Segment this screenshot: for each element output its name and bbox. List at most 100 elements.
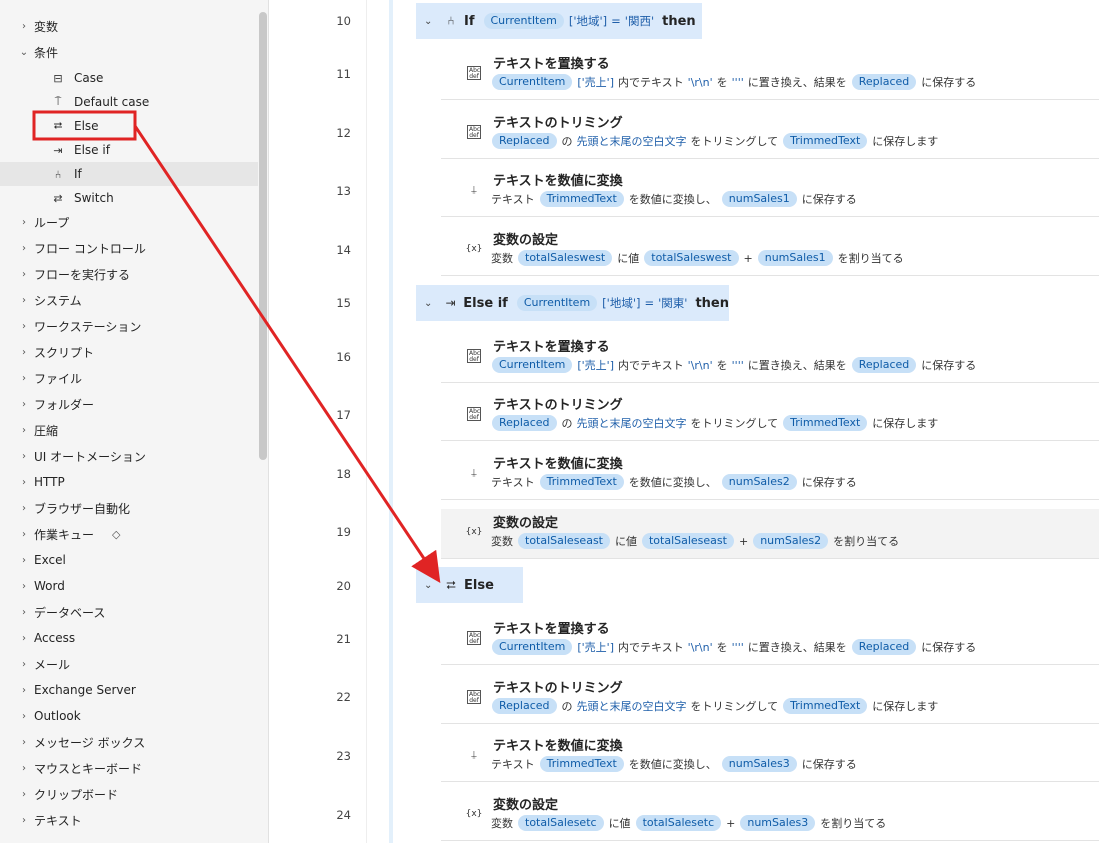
chevron-right-icon: ›	[22, 710, 26, 722]
chevron-right-icon: ›	[22, 606, 26, 618]
chevron-right-icon: ›	[22, 788, 26, 800]
trim-text-icon: Abc def	[467, 690, 481, 704]
flow-designer-canvas: ⌄ ⑃ If CurrentItem ['地域'] = '関西' then Ab…	[367, 0, 1099, 843]
action-description: Replaced の先頭と末尾の空白文字 をトリミングして TrimmedText に保…	[489, 415, 940, 431]
action-trim-text[interactable]: Abc def テキストのトリミング Replaced の先頭と末尾の空白文字 をトリ…	[441, 109, 1099, 159]
chevron-right-icon: ›	[22, 216, 26, 228]
chevron-down-icon[interactable]: ⌄	[424, 580, 438, 591]
action-description: CurrentItem ['売上'] 内でテキスト '\r\n' を '''' に置き換え、…	[489, 74, 978, 90]
default-case-icon: ⍑	[54, 95, 62, 108]
sidebar-group-outlook[interactable]: › Outlook	[0, 704, 258, 728]
chevron-right-icon: ›	[22, 372, 26, 384]
action-replace-text[interactable]: Abc def テキストを置換する CurrentItem ['売上'] 内でテキスト…	[441, 50, 1099, 100]
sidebar-group-mouse-keyboard[interactable]: › マウスとキーボード	[0, 756, 258, 780]
sidebar-group-script[interactable]: › スクリプト	[0, 340, 258, 364]
sidebar-group-mail[interactable]: › メール	[0, 652, 258, 676]
sidebar-item-default-case[interactable]: ⍑ Default case	[0, 90, 258, 114]
nesting-lane	[389, 0, 393, 843]
line-number: 22	[336, 690, 351, 704]
sidebar-item-else[interactable]: ⮂ Else	[0, 114, 258, 138]
action-description: Replaced の先頭と末尾の空白文字 をトリミングして TrimmedText に保…	[489, 698, 940, 714]
sidebar-group-database[interactable]: › データベース	[0, 600, 258, 624]
sidebar-group-work-queue[interactable]: › 作業キュー ◇	[0, 522, 258, 546]
if-block-header[interactable]: ⌄ ⑃ If CurrentItem ['地域'] = '関西' then	[416, 3, 702, 39]
action-replace-text[interactable]: Abc def テキストを置換する CurrentItem ['売上'] 内でテキスト…	[441, 333, 1099, 383]
chevron-down-icon: ⌄	[19, 46, 29, 58]
sidebar-group-http[interactable]: › HTTP	[0, 470, 258, 494]
action-description: Replaced の先頭と末尾の空白文字 をトリミングして TrimmedText に保…	[489, 133, 940, 149]
sidebar-group-file[interactable]: › ファイル	[0, 366, 258, 390]
convert-number-icon: ⍊	[471, 468, 477, 478]
chevron-right-icon: ›	[22, 814, 26, 826]
action-text-to-number[interactable]: ⍊ テキストを数値に変換 テキスト TrimmedText を数値に変換し、 numS…	[441, 450, 1099, 500]
sidebar-item-if[interactable]: ⑃ If	[0, 162, 258, 186]
action-set-variable[interactable]: {x} 変数の設定 変数 totalSalesetc に値 totalSalesetc…	[441, 791, 1099, 841]
chevron-right-icon: ›	[22, 476, 26, 488]
action-replace-text[interactable]: Abc def テキストを置換する CurrentItem ['売上'] 内でテキスト…	[441, 615, 1099, 665]
variable-chip[interactable]: CurrentItem	[516, 295, 598, 311]
action-text-to-number[interactable]: ⍊ テキストを数値に変換 テキスト TrimmedText を数値に変換し、 numS…	[441, 732, 1099, 782]
sidebar-group-system[interactable]: › システム	[0, 288, 258, 312]
action-text-to-number[interactable]: ⍊ テキストを数値に変換 テキスト TrimmedText を数値に変換し、 numS…	[441, 167, 1099, 217]
else-if-icon: ⇥	[53, 143, 63, 157]
sidebar-group-workstation[interactable]: › ワークステーション	[0, 314, 258, 338]
case-icon: ⊟	[53, 71, 63, 85]
sidebar-item-case[interactable]: ⊟ Case	[0, 66, 258, 90]
set-variable-icon: {x}	[465, 809, 483, 819]
line-number: 12	[336, 126, 351, 140]
sidebar-scrollbar[interactable]	[259, 12, 267, 460]
action-description: 変数 totalSaleswest に値 totalSaleswest + numSale…	[491, 250, 904, 266]
if-icon: ⑃	[447, 14, 455, 28]
else-icon: ⮂	[53, 119, 63, 132]
trim-text-icon: Abc def	[467, 407, 481, 421]
line-number: 24	[336, 808, 351, 822]
sidebar-group-flow-control[interactable]: › フロー コントロール	[0, 236, 258, 260]
sidebar-group-ui-automation[interactable]: › UI オートメーション	[0, 444, 258, 468]
action-set-variable[interactable]: {x} 変数の設定 変数 totalSaleswest に値 totalSaleswe…	[441, 226, 1099, 276]
sidebar-group-clipboard[interactable]: › クリップボード	[0, 782, 258, 806]
replace-text-icon: Abc def	[467, 631, 481, 645]
else-if-block-header[interactable]: ⌄ ⇥ Else if CurrentItem ['地域'] = '関東' th…	[416, 285, 729, 321]
sidebar-group-conditions[interactable]: ⌄ 条件	[0, 40, 258, 64]
action-description: テキスト TrimmedText を数値に変換し、 numSales2 に保存する	[491, 474, 857, 490]
sidebar-group-folder[interactable]: › フォルダー	[0, 392, 258, 416]
trim-text-icon: Abc def	[467, 125, 481, 139]
chevron-right-icon: ›	[22, 736, 26, 748]
chevron-down-icon[interactable]: ⌄	[424, 16, 438, 27]
chevron-right-icon: ›	[22, 580, 26, 592]
else-block-header[interactable]: ⌄ ⮂ Else	[416, 567, 523, 603]
line-number: 23	[336, 749, 351, 763]
sidebar-group-compression[interactable]: › 圧縮	[0, 418, 258, 442]
sidebar-group-word[interactable]: › Word	[0, 574, 258, 598]
action-set-variable[interactable]: {x} 変数の設定 変数 totalSaleseast に値 totalSalesea…	[441, 509, 1099, 559]
set-variable-icon: {x}	[465, 244, 483, 254]
action-description: CurrentItem ['売上'] 内でテキスト '\r\n' を '''' に置き換え、…	[489, 639, 978, 655]
sidebar-item-switch[interactable]: ⇄ Switch	[0, 186, 258, 210]
variable-chip[interactable]: CurrentItem	[483, 13, 564, 29]
sidebar-group-message-box[interactable]: › メッセージ ボックス	[0, 730, 258, 754]
chevron-right-icon: ›	[22, 632, 26, 644]
chevron-down-icon[interactable]: ⌄	[424, 298, 438, 309]
sidebar-item-else-if[interactable]: ⇥ Else if	[0, 138, 258, 162]
action-trim-text[interactable]: Abc def テキストのトリミング Replaced の先頭と末尾の空白文字 をトリ…	[441, 674, 1099, 724]
chevron-right-icon: ›	[22, 268, 26, 280]
chevron-right-icon: ›	[22, 658, 26, 670]
line-number: 19	[336, 525, 351, 539]
chevron-right-icon: ›	[22, 424, 26, 436]
sidebar-group-excel[interactable]: › Excel	[0, 548, 258, 572]
line-number: 15	[336, 296, 351, 310]
action-description: テキスト TrimmedText を数値に変換し、 numSales1 に保存する	[491, 191, 857, 207]
sidebar-group-run-flow[interactable]: › フローを実行する	[0, 262, 258, 286]
sidebar-group-exchange-server[interactable]: › Exchange Server	[0, 678, 258, 702]
chevron-right-icon: ›	[22, 346, 26, 358]
sidebar-group-text[interactable]: › テキスト	[0, 808, 258, 832]
sidebar-group-browser-automation[interactable]: › ブラウザー自動化	[0, 496, 258, 520]
line-number-gutter: 10 11 12 13 14 15 16 17 18 19 20 21 22 2…	[269, 0, 367, 843]
line-number: 13	[336, 184, 351, 198]
sidebar-group-loop[interactable]: › ループ	[0, 210, 258, 234]
action-trim-text[interactable]: Abc def テキストのトリミング Replaced の先頭と末尾の空白文字 をトリ…	[441, 391, 1099, 441]
line-number: 17	[336, 408, 351, 422]
if-icon: ⑃	[54, 167, 62, 181]
sidebar-group-access[interactable]: › Access	[0, 626, 258, 650]
sidebar-group-variables[interactable]: › 変数	[0, 14, 258, 38]
